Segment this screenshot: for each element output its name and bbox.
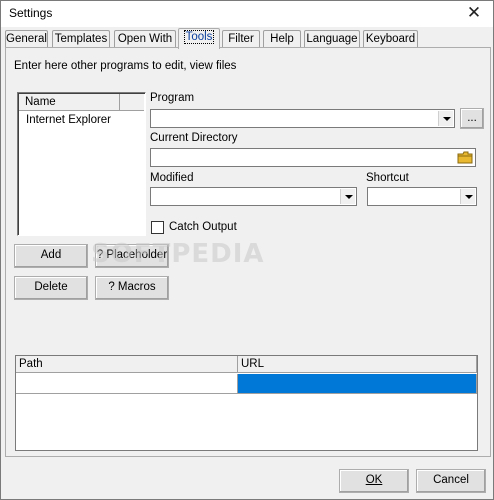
add-button[interactable]: Add xyxy=(14,244,88,268)
tools-panel: Enter here other programs to edit, view … xyxy=(5,47,491,457)
delete-button[interactable]: Delete xyxy=(14,276,88,300)
list-header-name[interactable]: Name xyxy=(19,94,120,111)
grid-cell-url[interactable] xyxy=(238,374,477,394)
program-label: Program xyxy=(150,92,195,104)
grid-header-path[interactable]: Path xyxy=(16,356,238,373)
modified-label: Modified xyxy=(150,172,194,184)
grid-header-url[interactable]: URL xyxy=(238,356,477,373)
tab-tools[interactable]: Tools xyxy=(178,28,220,49)
catch-output-checkbox[interactable] xyxy=(151,221,164,234)
chevron-down-icon[interactable] xyxy=(340,189,355,204)
modified-combo[interactable] xyxy=(150,187,357,206)
title-bar: Settings ✕ xyxy=(1,1,493,27)
path-url-grid[interactable]: Path URL xyxy=(15,355,478,451)
tools-list[interactable]: Name Internet Explorer xyxy=(17,92,146,236)
tab-language[interactable]: Language xyxy=(304,30,360,48)
shortcut-combo[interactable] xyxy=(367,187,477,206)
folder-icon[interactable] xyxy=(457,151,473,164)
tab-strip: General Templates Open With Tools Filter… xyxy=(5,28,491,49)
shortcut-label: Shortcut xyxy=(366,172,409,184)
catch-output-label: Catch Output xyxy=(169,221,237,233)
grid-cell-path[interactable] xyxy=(16,374,238,394)
tab-templates[interactable]: Templates xyxy=(52,30,110,48)
close-icon[interactable]: ✕ xyxy=(463,3,485,23)
chevron-down-icon[interactable] xyxy=(460,189,475,204)
macros-button[interactable]: ? Macros xyxy=(95,276,169,300)
list-item[interactable]: Internet Explorer xyxy=(26,114,111,126)
tools-intro: Enter here other programs to edit, view … xyxy=(14,60,237,72)
ok-button[interactable]: OK xyxy=(339,469,409,493)
current-directory-label: Current Directory xyxy=(150,132,238,144)
settings-window: Settings ✕ General Templates Open With T… xyxy=(0,0,494,500)
list-header-filler xyxy=(120,94,144,111)
tab-keyboard[interactable]: Keyboard xyxy=(363,30,418,48)
tab-open-with[interactable]: Open With xyxy=(114,30,176,48)
placeholder-button[interactable]: ? Placeholder xyxy=(95,244,169,268)
chevron-down-icon[interactable] xyxy=(438,111,453,126)
tab-filter[interactable]: Filter xyxy=(222,30,260,48)
tab-help[interactable]: Help xyxy=(263,30,301,48)
window-title: Settings xyxy=(9,6,53,20)
cancel-button[interactable]: Cancel xyxy=(416,469,486,493)
program-combo[interactable] xyxy=(150,109,455,128)
tab-general[interactable]: General xyxy=(5,30,48,48)
program-browse-button[interactable]: ... xyxy=(460,108,484,129)
current-directory-field[interactable] xyxy=(150,148,476,167)
